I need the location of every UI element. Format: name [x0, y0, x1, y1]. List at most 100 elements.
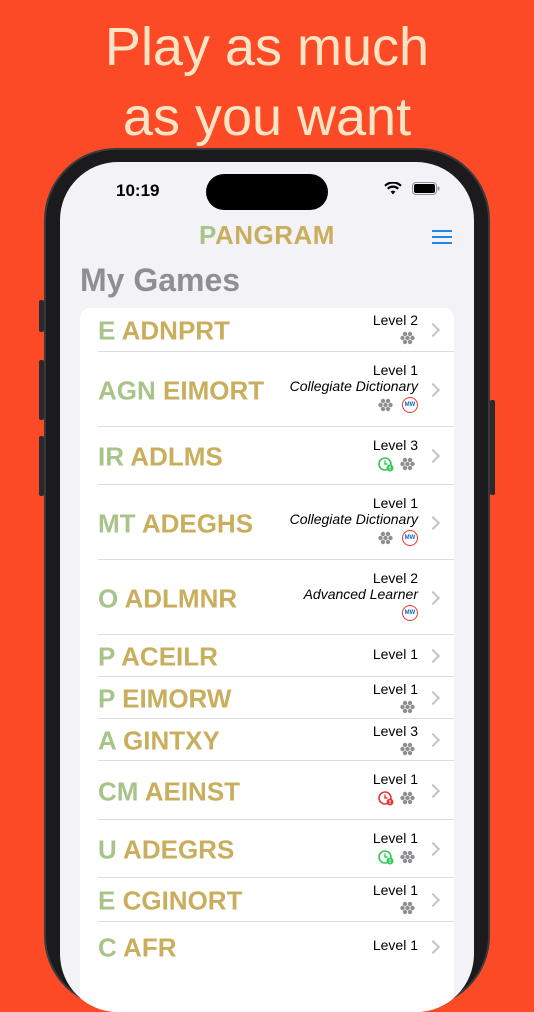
- row-icons: [373, 700, 418, 714]
- headline-line-2: as you want: [122, 87, 412, 147]
- level-label: Level 1: [372, 646, 418, 662]
- game-row[interactable]: MT ADEGHS Level 1 Collegiate Dictionary MW: [80, 485, 454, 560]
- game-letters: E ADNPRT: [98, 316, 230, 347]
- game-row[interactable]: C AFR Level 1: [80, 922, 454, 972]
- level-label: Level 2: [372, 312, 418, 328]
- game-row[interactable]: IR ADLMS Level 3: [80, 427, 454, 485]
- chevron-right-icon: [425, 783, 441, 798]
- game-info: Level 1: [373, 681, 418, 714]
- game-info: Level 1: [373, 882, 418, 915]
- center-letters: C: [98, 932, 117, 963]
- center-letters: P: [98, 683, 115, 714]
- center-letters: CM: [98, 776, 139, 806]
- game-letters: A GINTXY: [98, 726, 220, 757]
- game-letters: O ADLMNR: [98, 583, 237, 614]
- ring-letters: EIMORT: [163, 375, 265, 405]
- level-label: Level 2: [372, 569, 418, 586]
- center-letters: U: [98, 834, 117, 865]
- hint-dots-icon: [400, 791, 415, 805]
- chevron-right-icon: [425, 448, 441, 464]
- row-icons: [373, 742, 418, 756]
- phone-side-button: [39, 300, 44, 332]
- game-info: Level 1: [373, 830, 418, 865]
- row-icons: [373, 849, 418, 865]
- ring-letters: GINTXY: [123, 725, 220, 756]
- center-letters: A: [98, 725, 116, 756]
- hint-dots-icon: [400, 457, 415, 470]
- hint-dots-icon: [378, 398, 393, 411]
- game-info: Level 2 Advanced Learner MW: [304, 570, 418, 621]
- ring-letters: ADLMS: [130, 441, 223, 472]
- ring-letters: ACEILR: [121, 641, 218, 672]
- game-info: Level 3: [373, 723, 418, 756]
- wifi-icon: [384, 182, 402, 195]
- hint-dots-icon: [400, 901, 415, 915]
- row-icons: [373, 331, 418, 345]
- game-letters: P ACEILR: [98, 642, 218, 673]
- game-row[interactable]: P EIMORW Level 1: [80, 677, 454, 719]
- game-letters: U ADEGRS: [98, 835, 234, 866]
- center-letters: E: [98, 885, 116, 916]
- game-row[interactable]: O ADLMNR Level 2 Advanced Learner MW: [80, 560, 454, 635]
- game-row[interactable]: AGN EIMORT Level 1 Collegiate Dictionary MW: [80, 352, 454, 427]
- game-letters: P EIMORW: [98, 684, 231, 715]
- chevron-right-icon: [425, 648, 441, 664]
- ring-letters: ADLMNR: [124, 583, 238, 613]
- ring-letters: ADEGRS: [123, 834, 235, 865]
- row-icons: MW: [290, 396, 418, 413]
- game-info: Level 1 Collegiate Dictionary MW: [290, 495, 418, 546]
- row-icons: [373, 901, 418, 915]
- game-info: Level 3: [373, 437, 418, 472]
- center-letters: AGN: [98, 375, 156, 405]
- game-letters: CM AEINST: [98, 776, 240, 807]
- phone-volume-down: [39, 436, 44, 496]
- headline-line-1: Play as much: [104, 17, 430, 77]
- battery-icon: [412, 182, 440, 195]
- status-time: 10:19: [116, 181, 160, 200]
- game-info: Level 1 Collegiate Dictionary MW: [290, 362, 418, 413]
- game-letters: MT ADEGHS: [98, 508, 253, 539]
- red-clock-icon: [378, 791, 394, 806]
- game-row[interactable]: P ACEILR Level 1: [80, 635, 454, 677]
- center-letters: E: [98, 315, 116, 346]
- level-label: Level 1: [372, 771, 418, 787]
- green-clock-icon: [378, 456, 394, 471]
- hint-dots-icon: [400, 331, 415, 345]
- dictionary-label: Collegiate Dictionary: [289, 377, 418, 394]
- game-row[interactable]: U ADEGRS Level 1: [80, 820, 454, 878]
- chevron-right-icon: [425, 939, 441, 955]
- center-letters: IR: [98, 441, 124, 472]
- ring-letters: AFR: [123, 932, 177, 963]
- hamburger-menu-icon[interactable]: [432, 230, 452, 248]
- game-row[interactable]: CM AEINST Level 1: [80, 761, 454, 820]
- center-letters: P: [98, 641, 115, 672]
- hint-dots-icon: [378, 531, 393, 544]
- app-screen: 10:19 PANGRAM My Games E ADNPRT Level 2 AG…: [60, 162, 474, 1012]
- chevron-right-icon: [425, 515, 441, 530]
- app-title: PANGRAM: [60, 220, 474, 251]
- level-label: Level 1: [372, 361, 418, 378]
- game-letters: AGN EIMORT: [98, 375, 264, 406]
- games-list[interactable]: E ADNPRT Level 2 AGN EIMORT Level 1 Collegia…: [80, 308, 454, 1012]
- hint-dots-icon: [400, 850, 415, 863]
- level-label: Level 1: [372, 829, 418, 846]
- merriam-webster-icon: MW: [402, 604, 418, 621]
- row-icons: MW: [290, 529, 418, 546]
- merriam-webster-icon: MW: [402, 396, 418, 413]
- chevron-right-icon: [425, 690, 441, 706]
- app-title-center-letter: P: [199, 220, 215, 250]
- chevron-right-icon: [425, 892, 441, 908]
- level-label: Level 1: [372, 882, 418, 898]
- dynamic-island: [206, 174, 328, 210]
- dictionary-label: Advanced Learner: [303, 585, 418, 602]
- game-row[interactable]: E CGINORT Level 1: [80, 878, 454, 922]
- level-label: Level 3: [372, 723, 418, 739]
- game-row[interactable]: E ADNPRT Level 2: [80, 308, 454, 352]
- chevron-right-icon: [425, 841, 441, 857]
- row-icons: [373, 790, 418, 806]
- center-letters: MT: [98, 508, 136, 538]
- chevron-right-icon: [425, 322, 441, 338]
- ring-letters: EIMORW: [122, 683, 232, 714]
- game-row[interactable]: A GINTXY Level 3: [80, 719, 454, 761]
- level-label: Level 1: [372, 937, 418, 953]
